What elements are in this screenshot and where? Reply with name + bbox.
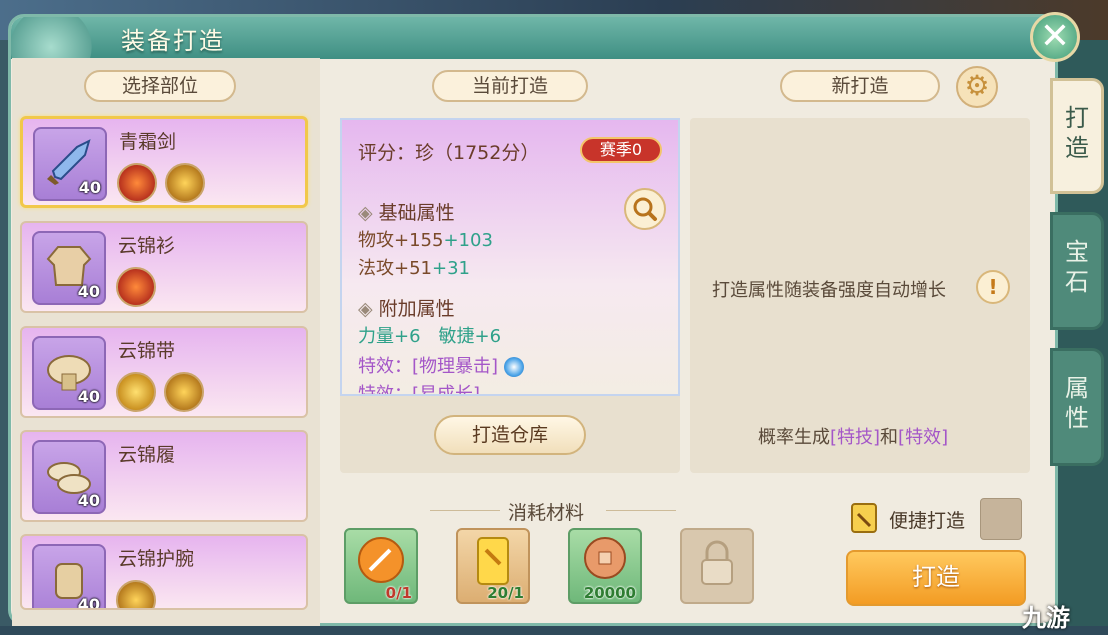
prob-and: 和 bbox=[880, 427, 899, 448]
close-icon[interactable]: ✕ bbox=[1030, 12, 1080, 62]
slot-level: 40 bbox=[77, 387, 100, 406]
diamond-icon: ◈ bbox=[358, 202, 373, 224]
exclamation-icon[interactable]: ! bbox=[976, 270, 1010, 304]
season-badge: 赛季0 bbox=[580, 137, 662, 163]
base-attr-title: ◈ 基础属性 bbox=[358, 198, 455, 225]
effect-label: 特效： bbox=[358, 356, 412, 377]
yellow-scroll-icon bbox=[477, 537, 509, 585]
divider bbox=[430, 510, 500, 511]
effect-line-2: 特效：[易成长] bbox=[358, 380, 480, 396]
effect-value[interactable]: [物理暴击] bbox=[412, 356, 498, 377]
forge-button[interactable]: 打造 bbox=[846, 550, 1026, 606]
attr-main: 法攻+51 bbox=[358, 258, 432, 279]
new-forge-header: 新打造 bbox=[780, 70, 940, 102]
fire-skill-icon[interactable] bbox=[117, 163, 157, 203]
auto-growth-hint: 打造属性随装备强度自动增长 bbox=[712, 280, 946, 301]
extra-attr-title: ◈ 附加属性 bbox=[358, 294, 455, 321]
slot-item-belt[interactable]: 40 云锦带 bbox=[20, 326, 308, 418]
scroll-icon bbox=[851, 503, 877, 533]
bracer-icon: 40 bbox=[32, 544, 106, 610]
extra-attr-label: 附加属性 bbox=[378, 298, 455, 320]
title-bar: 装备打造 bbox=[11, 17, 1055, 59]
coin-icon bbox=[584, 537, 626, 579]
slot-level: 40 bbox=[77, 491, 100, 510]
cloud-ornament-icon bbox=[11, 17, 111, 59]
slot-name: 云锦衫 bbox=[118, 235, 176, 257]
bottom-strip bbox=[0, 626, 1108, 635]
attr-line-magic: 法攻+51+31 bbox=[358, 254, 470, 280]
current-forge-header: 当前打造 bbox=[432, 70, 588, 102]
slot-name: 云锦护腕 bbox=[118, 548, 195, 570]
fist-icon[interactable] bbox=[116, 580, 156, 608]
magnifier-icon[interactable] bbox=[624, 188, 666, 230]
quick-forge-checkbox[interactable] bbox=[980, 498, 1022, 540]
quick-forge-label: 便捷打造 bbox=[889, 510, 966, 532]
forge-warehouse-button[interactable]: 打造仓库 bbox=[434, 415, 586, 455]
divider bbox=[606, 510, 676, 511]
slot-item-bracer[interactable]: 40 云锦护腕 bbox=[20, 534, 308, 610]
swirl-icon bbox=[503, 357, 524, 377]
prob-skill[interactable]: [特技] bbox=[830, 427, 880, 448]
fist-up-icon[interactable] bbox=[164, 372, 204, 412]
sword-icon: 40 bbox=[33, 127, 107, 201]
slot-name: 云锦带 bbox=[118, 340, 176, 362]
tab-forge[interactable]: 打造 bbox=[1050, 78, 1104, 194]
fist-up-icon[interactable] bbox=[165, 163, 205, 203]
fire-skill-icon[interactable] bbox=[116, 267, 156, 307]
base-attr-label: 基础属性 bbox=[378, 202, 455, 224]
attr-bonus: +31 bbox=[432, 258, 470, 279]
material-yellow-scroll[interactable]: 20/1 bbox=[456, 528, 530, 604]
gear-icon[interactable]: ⚙ bbox=[956, 66, 998, 108]
equipment-attribute-card: 评分：珍（1752分） 赛季0 ◈ 基础属性 物攻+155+103 法攻+51+3… bbox=[340, 118, 680, 396]
belt-icon: 40 bbox=[32, 336, 106, 410]
material-count: 0/1 bbox=[385, 584, 412, 602]
score-text: 评分：珍（1752分） bbox=[358, 142, 540, 164]
probability-text: 概率生成[特技]和[特效] bbox=[758, 423, 948, 449]
robe-icon: 40 bbox=[32, 231, 106, 305]
material-orange-stone[interactable]: 0/1 bbox=[344, 528, 418, 604]
slot-level: 40 bbox=[78, 178, 101, 197]
window-title: 装备打造 bbox=[121, 27, 225, 55]
attr-line-physical: 物攻+155+103 bbox=[358, 226, 493, 252]
slot-item-sword[interactable]: 40 青霜剑 bbox=[20, 116, 308, 208]
tab-attribute[interactable]: 属性 bbox=[1050, 348, 1104, 466]
effect-label: 特效： bbox=[358, 384, 412, 396]
material-count: 20/1 bbox=[487, 584, 524, 602]
extra-attr-line: 力量+6 敏捷+6 bbox=[358, 326, 502, 347]
select-slot-header: 选择部位 bbox=[84, 70, 236, 102]
material-locked[interactable] bbox=[680, 528, 754, 604]
material-coin[interactable]: 20000 bbox=[568, 528, 642, 604]
prob-prefix: 概率生成 bbox=[758, 427, 830, 448]
slot-level: 40 bbox=[77, 282, 100, 301]
effect-line-1: 特效：[物理暴击] bbox=[358, 352, 524, 378]
diamond-icon: ◈ bbox=[358, 298, 373, 320]
tab-gem[interactable]: 宝石 bbox=[1050, 212, 1104, 330]
slot-item-shoes[interactable]: 40 云锦履 bbox=[20, 430, 308, 522]
attr-main: 物攻+155 bbox=[358, 230, 444, 251]
attr-bonus: +103 bbox=[443, 230, 493, 251]
watermark: 九游 bbox=[1022, 604, 1070, 632]
shoes-icon: 40 bbox=[32, 440, 106, 514]
power-skill-icon[interactable] bbox=[116, 372, 156, 412]
materials-title: 消耗材料 bbox=[508, 502, 585, 524]
material-count: 20000 bbox=[583, 584, 636, 602]
prob-effect[interactable]: [特效] bbox=[898, 427, 948, 448]
slot-name: 青霜剑 bbox=[119, 131, 177, 153]
orange-stone-icon bbox=[358, 537, 404, 583]
lock-icon bbox=[701, 540, 733, 585]
slot-item-robe[interactable]: 40 云锦衫 bbox=[20, 221, 308, 313]
slot-name: 云锦履 bbox=[118, 444, 176, 466]
slot-level: 40 bbox=[77, 595, 100, 610]
effect-value[interactable]: [易成长] bbox=[412, 384, 480, 394]
